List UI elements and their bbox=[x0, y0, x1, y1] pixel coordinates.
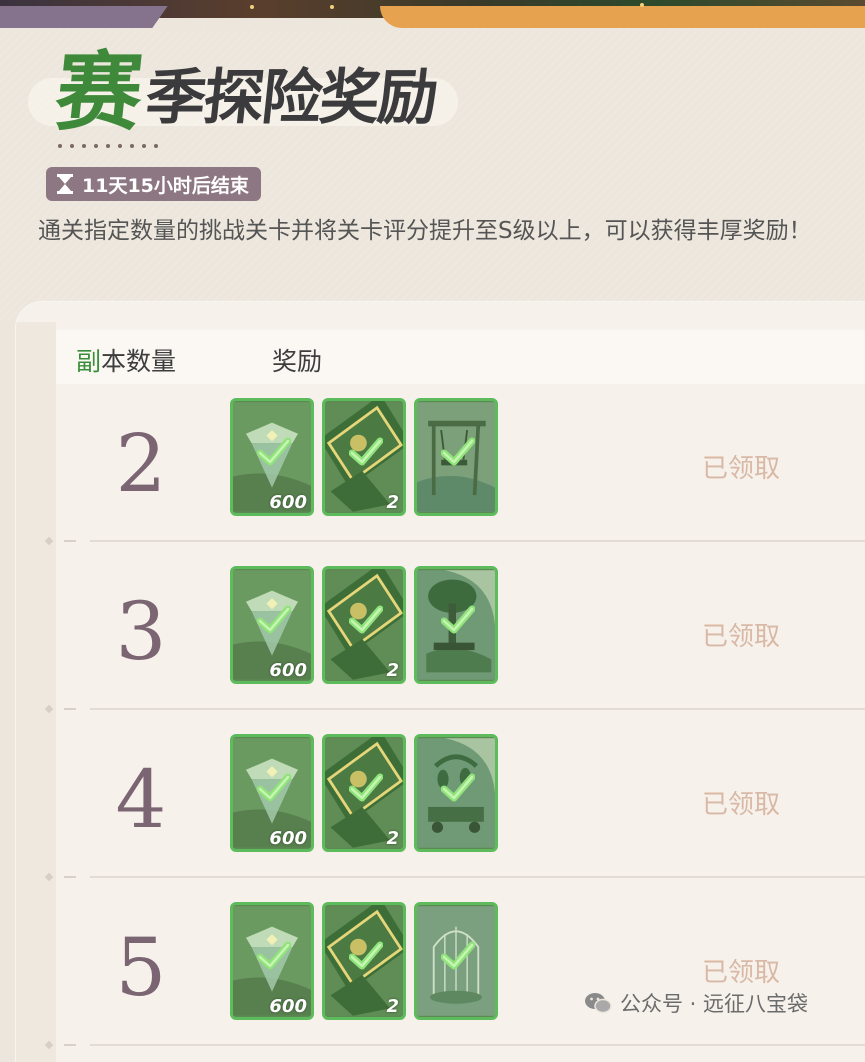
reward-card-ticket[interactable]: 2 bbox=[322, 398, 406, 516]
reward-card-furniture-swing[interactable] bbox=[414, 398, 498, 516]
watermark: 公众号 · 远征八宝袋 bbox=[584, 988, 808, 1018]
page-title-accent: 赛 bbox=[50, 42, 148, 143]
watermark-text: 公众号 · 远征八宝袋 bbox=[620, 992, 809, 1016]
claimed-status: 已领取 bbox=[702, 958, 781, 988]
page-title-rest: 季探险奖励 bbox=[142, 63, 440, 133]
reward-quantity: 2 bbox=[386, 660, 399, 681]
reward-quantity: 2 bbox=[386, 996, 399, 1017]
reward-quantity: 2 bbox=[386, 492, 399, 513]
reward-quantity: 600 bbox=[269, 996, 307, 1017]
row-divider bbox=[44, 872, 865, 882]
table-row: 5 600 2 已领取 bbox=[16, 902, 865, 1062]
instance-count: 5 bbox=[115, 921, 167, 1014]
reward-card-gem[interactable]: 600 bbox=[230, 734, 314, 852]
row-divider bbox=[44, 704, 865, 714]
claimed-status: 已领取 bbox=[702, 622, 781, 652]
reward-card-gem[interactable]: 600 bbox=[230, 566, 314, 684]
row-divider bbox=[44, 1040, 865, 1050]
table-row: 4 600 2 已领取 bbox=[16, 734, 865, 902]
reward-card-ticket[interactable]: 2 bbox=[322, 902, 406, 1020]
reward-quantity: 600 bbox=[269, 660, 307, 681]
reward-quantity: 2 bbox=[386, 828, 399, 849]
reward-card-furniture-tree-bench[interactable] bbox=[414, 566, 498, 684]
wechat-icon bbox=[584, 991, 612, 1015]
title-dots bbox=[58, 144, 158, 148]
description: 通关指定数量的挑战关卡并将关卡评分提升至S级以上，可以获得丰厚奖励！ bbox=[38, 218, 812, 244]
table-row: 3 600 2 已领取 bbox=[16, 566, 865, 734]
countdown-text: 11天15小时后结束 bbox=[82, 174, 249, 197]
instance-count: 2 bbox=[115, 417, 167, 510]
instance-count: 4 bbox=[115, 753, 167, 846]
rewards-panel: 副本数量 奖励 2 600 2 已领取 3 600 2 已领取 4 600 2 已领取 5 600 2 已领取 bbox=[16, 302, 865, 1062]
page-title: 赛 季探险奖励 bbox=[51, 26, 440, 143]
table-header: 副本数量 奖励 bbox=[56, 330, 865, 384]
claimed-status: 已领取 bbox=[702, 790, 781, 820]
row-divider bbox=[44, 536, 865, 546]
countdown-badge: 11天15小时后结束 bbox=[46, 167, 261, 201]
reward-card-furniture-plant-cart[interactable] bbox=[414, 734, 498, 852]
reward-card-ticket[interactable]: 2 bbox=[322, 734, 406, 852]
reward-card-gem[interactable]: 600 bbox=[230, 902, 314, 1020]
reward-card-gem[interactable]: 600 bbox=[230, 398, 314, 516]
hourglass-icon bbox=[54, 173, 76, 195]
header-reward: 奖励 bbox=[272, 347, 323, 376]
table-row: 2 600 2 已领取 bbox=[16, 398, 865, 566]
reward-quantity: 600 bbox=[269, 492, 307, 513]
reward-card-ticket[interactable]: 2 bbox=[322, 566, 406, 684]
instance-count: 3 bbox=[115, 585, 167, 678]
header-count: 副本数量 bbox=[76, 347, 177, 376]
reward-quantity: 600 bbox=[269, 828, 307, 849]
claimed-status: 已领取 bbox=[702, 454, 781, 484]
reward-card-furniture-birdcage[interactable] bbox=[414, 902, 498, 1020]
